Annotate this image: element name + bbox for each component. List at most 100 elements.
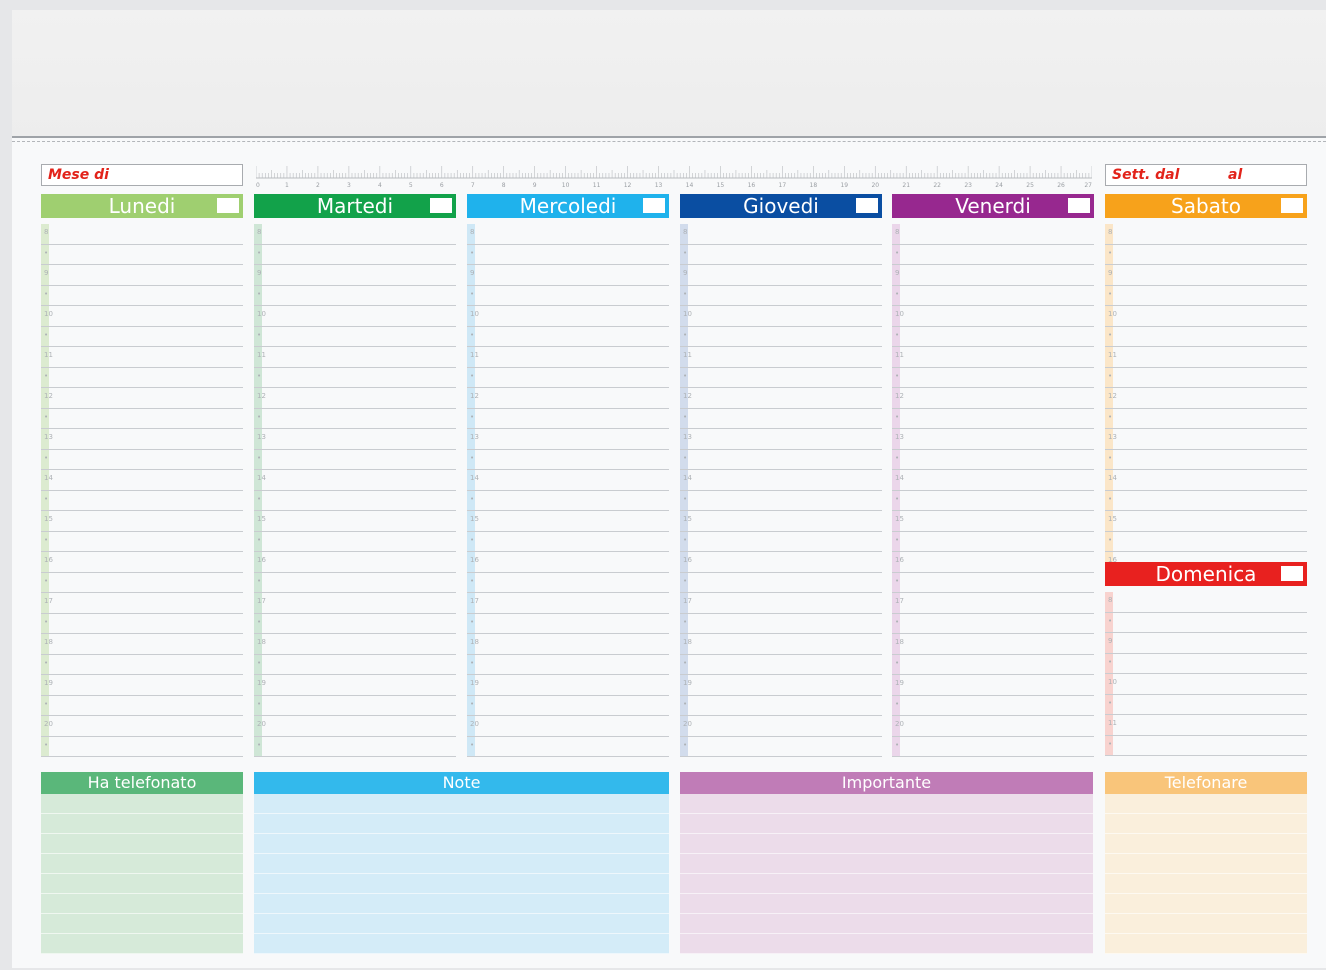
hour-line[interactable]: 12 [892, 388, 1094, 409]
hour-line[interactable]: • [41, 368, 243, 388]
hour-line[interactable]: • [467, 245, 669, 265]
hour-line[interactable]: 13 [41, 429, 243, 450]
hour-line[interactable]: • [254, 655, 456, 675]
hour-line[interactable]: 13 [680, 429, 882, 450]
hour-line[interactable]: 18 [680, 634, 882, 655]
week-field[interactable]: Sett. dal al [1105, 164, 1307, 186]
hour-line[interactable]: • [41, 409, 243, 429]
hour-line[interactable]: 16 [892, 552, 1094, 573]
hour-line[interactable]: 8 [1105, 224, 1307, 245]
hour-line[interactable]: • [467, 614, 669, 634]
hour-line[interactable]: • [680, 245, 882, 265]
hour-line[interactable]: 10 [41, 306, 243, 327]
hour-line[interactable]: • [892, 327, 1094, 347]
hour-line[interactable]: 14 [254, 470, 456, 491]
hour-line[interactable]: • [254, 696, 456, 716]
hour-line[interactable]: • [254, 573, 456, 593]
hour-line[interactable]: • [467, 286, 669, 306]
hour-line[interactable]: 8 [680, 224, 882, 245]
hour-line[interactable]: 18 [41, 634, 243, 655]
hour-line[interactable]: • [254, 409, 456, 429]
section-lines[interactable] [680, 794, 1093, 954]
hour-line[interactable]: 13 [892, 429, 1094, 450]
hour-line[interactable]: • [467, 573, 669, 593]
hour-line[interactable]: • [254, 737, 456, 757]
hour-line[interactable]: 9 [892, 265, 1094, 286]
hour-line[interactable]: 15 [254, 511, 456, 532]
hour-line[interactable]: 11 [1105, 715, 1307, 736]
hour-line[interactable]: 18 [892, 634, 1094, 655]
hour-line[interactable]: 12 [254, 388, 456, 409]
hour-line[interactable]: 14 [467, 470, 669, 491]
hour-line[interactable]: 17 [892, 593, 1094, 614]
section-lines[interactable] [41, 794, 243, 954]
hour-line[interactable]: • [680, 655, 882, 675]
hour-line[interactable]: 18 [254, 634, 456, 655]
hour-line[interactable]: • [41, 245, 243, 265]
hour-line[interactable]: • [892, 532, 1094, 552]
hour-line[interactable]: 16 [41, 552, 243, 573]
hour-line[interactable]: 10 [680, 306, 882, 327]
hour-line[interactable]: • [1105, 654, 1307, 674]
hour-line[interactable]: • [1105, 327, 1307, 347]
hour-line[interactable]: 9 [1105, 633, 1307, 654]
hour-line[interactable]: 20 [467, 716, 669, 737]
hour-line[interactable]: 10 [892, 306, 1094, 327]
hour-line[interactable]: • [467, 327, 669, 347]
hour-line[interactable]: • [892, 409, 1094, 429]
hour-line[interactable]: • [892, 737, 1094, 757]
hour-line[interactable]: • [1105, 695, 1307, 715]
hour-line[interactable]: 16 [467, 552, 669, 573]
hour-line[interactable]: 11 [1105, 347, 1307, 368]
hour-line[interactable]: • [41, 532, 243, 552]
hour-line[interactable]: • [254, 491, 456, 511]
hour-line[interactable]: 19 [41, 675, 243, 696]
hour-line[interactable]: 9 [41, 265, 243, 286]
hour-line[interactable]: 11 [41, 347, 243, 368]
hour-line[interactable]: • [680, 614, 882, 634]
hour-line[interactable]: • [680, 409, 882, 429]
hour-line[interactable]: • [254, 532, 456, 552]
hour-line[interactable]: • [467, 409, 669, 429]
hour-line[interactable]: 17 [41, 593, 243, 614]
hour-line[interactable]: • [1105, 286, 1307, 306]
hour-line[interactable]: • [1105, 368, 1307, 388]
hour-line[interactable]: • [254, 450, 456, 470]
hour-line[interactable]: 8 [467, 224, 669, 245]
hour-line[interactable]: • [254, 245, 456, 265]
hour-line[interactable]: 20 [254, 716, 456, 737]
hour-line[interactable]: 20 [41, 716, 243, 737]
hour-line[interactable]: 20 [680, 716, 882, 737]
hour-line[interactable]: • [467, 737, 669, 757]
hour-line[interactable]: • [254, 286, 456, 306]
hour-line[interactable]: 13 [467, 429, 669, 450]
hour-line[interactable]: • [892, 491, 1094, 511]
hour-line[interactable]: • [892, 573, 1094, 593]
hour-line[interactable]: 15 [1105, 511, 1307, 532]
hour-line[interactable]: 10 [467, 306, 669, 327]
hour-line[interactable]: • [1105, 613, 1307, 633]
hour-line[interactable]: 17 [680, 593, 882, 614]
hour-line[interactable]: 15 [680, 511, 882, 532]
hour-line[interactable]: 16 [254, 552, 456, 573]
hour-line[interactable]: 17 [467, 593, 669, 614]
hour-line[interactable]: 19 [254, 675, 456, 696]
hour-line[interactable]: 9 [680, 265, 882, 286]
hour-line[interactable]: 13 [1105, 429, 1307, 450]
section-lines[interactable] [254, 794, 669, 954]
hour-line[interactable]: • [467, 532, 669, 552]
hour-line[interactable]: • [41, 286, 243, 306]
hour-line[interactable]: • [467, 491, 669, 511]
hour-line[interactable]: • [467, 655, 669, 675]
hour-line[interactable]: 15 [467, 511, 669, 532]
hour-line[interactable]: • [680, 368, 882, 388]
hour-line[interactable]: 15 [41, 511, 243, 532]
hour-line[interactable]: • [41, 573, 243, 593]
hour-line[interactable]: • [892, 286, 1094, 306]
hour-line[interactable]: • [254, 368, 456, 388]
hour-line[interactable]: 11 [467, 347, 669, 368]
hour-line[interactable]: • [41, 491, 243, 511]
hour-line[interactable]: • [1105, 532, 1307, 552]
hour-line[interactable]: 19 [892, 675, 1094, 696]
hour-line[interactable]: • [467, 450, 669, 470]
